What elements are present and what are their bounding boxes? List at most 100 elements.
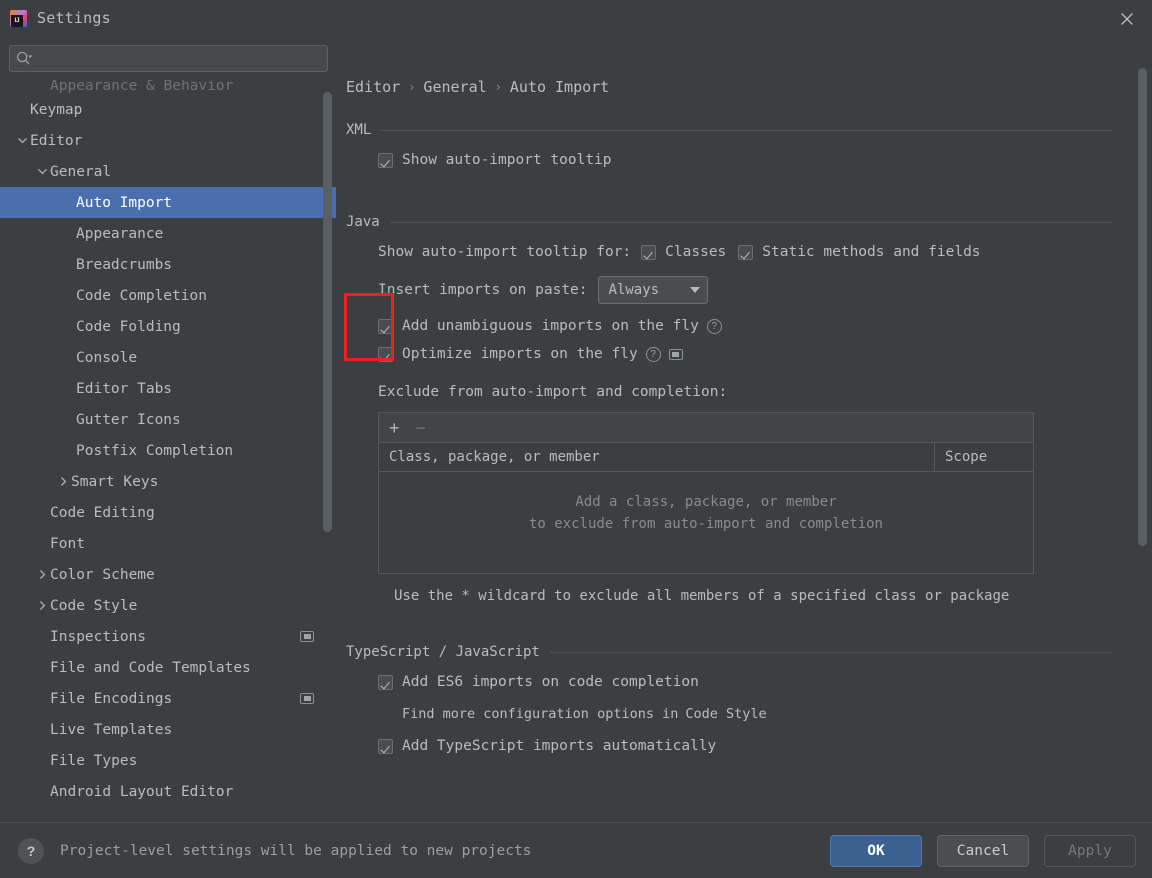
- close-icon[interactable]: [1116, 8, 1138, 30]
- chevron-right-icon[interactable]: [55, 476, 71, 487]
- chevron-down-icon[interactable]: [34, 166, 50, 177]
- dialog-body: Appearance & Behavior Keymap Editor General…: [0, 36, 1152, 822]
- sidebar-item-general[interactable]: General: [0, 156, 336, 187]
- label-add-typescript-imports-automatically[interactable]: Add TypeScript imports automatically: [402, 738, 716, 754]
- link-code-style[interactable]: Code Style: [685, 706, 766, 722]
- sidebar-item-breadcrumbs[interactable]: Breadcrumbs: [0, 249, 336, 280]
- checkbox-optimize-imports-on-the-fly[interactable]: [378, 346, 393, 362]
- group-title-java: Java: [346, 214, 380, 230]
- wildcard-hint: Use the * wildcard to exclude all member…: [394, 588, 1010, 604]
- sidebar-item-file-encodings[interactable]: File Encodings: [0, 683, 336, 714]
- settings-main-pane: Editor › General › Auto Import XML Show …: [336, 36, 1152, 822]
- sidebar-item-label: Inspections: [50, 628, 147, 645]
- select-insert-imports-on-paste[interactable]: Always: [597, 276, 708, 304]
- help-icon[interactable]: ?: [645, 346, 661, 362]
- checkbox-add-typescript-imports-automatically[interactable]: [378, 738, 393, 754]
- label-optimize-imports-on-the-fly[interactable]: Optimize imports on the fly: [402, 346, 638, 362]
- sidebar-item-label: Keymap: [30, 101, 83, 118]
- divider: [389, 221, 1112, 223]
- window-title: Settings: [37, 9, 111, 27]
- chevron-right-icon[interactable]: [34, 600, 50, 611]
- row-add-es6-imports: Add ES6 imports on code completion: [378, 674, 1112, 690]
- list-item-clipped: Appearance & Behavior: [50, 80, 234, 94]
- apply-button: Apply: [1044, 834, 1136, 867]
- checkbox-static-methods-and-fields[interactable]: [738, 244, 754, 260]
- select-value: Always: [608, 282, 660, 298]
- sidebar-item-auto-import[interactable]: Auto Import: [0, 187, 336, 218]
- chevron-right-icon[interactable]: [34, 569, 50, 580]
- search-area: [0, 36, 336, 72]
- exclude-table-body[interactable]: Add a class, package, or member to exclu…: [379, 471, 1033, 573]
- search-input[interactable]: [9, 45, 328, 72]
- intellij-idea-icon: [10, 9, 27, 27]
- exclude-table-toolbar: + −: [379, 413, 1033, 443]
- checkbox-classes[interactable]: [641, 244, 657, 260]
- sidebar-item-label: Font: [50, 535, 85, 552]
- sidebar-item-editor[interactable]: Editor: [0, 125, 336, 156]
- add-exclusion-button[interactable]: +: [389, 419, 400, 437]
- row-show-auto-import-tooltip-xml: Show auto-import tooltip: [378, 152, 1112, 168]
- exclude-table-header: Class, package, or member Scope: [379, 443, 1033, 471]
- checkbox-add-unambiguous-imports-on-the-fly[interactable]: [378, 318, 393, 334]
- sidebar-item-label: File and Code Templates: [50, 659, 251, 676]
- empty-state-line-1: Add a class, package, or member: [575, 494, 837, 510]
- label-static-methods-and-fields[interactable]: Static methods and fields: [762, 244, 980, 260]
- breadcrumb-item-general[interactable]: General: [423, 78, 486, 96]
- cancel-button[interactable]: Cancel: [937, 834, 1029, 867]
- label-classes[interactable]: Classes: [665, 244, 726, 260]
- row-tooltip-for: Show auto-import tooltip for: Classes St…: [378, 244, 1112, 260]
- sidebar-item-code-style[interactable]: Code Style: [0, 590, 336, 621]
- help-icon[interactable]: ?: [706, 318, 722, 334]
- footer-buttons: OK Cancel Apply: [830, 834, 1136, 867]
- sidebar-item-label: Appearance: [76, 225, 164, 242]
- sidebar-item-console[interactable]: Console: [0, 342, 336, 373]
- sidebar-item-label: File Types: [50, 752, 138, 769]
- checkbox-show-auto-import-tooltip-xml[interactable]: [378, 152, 393, 168]
- chevron-down-icon[interactable]: [14, 135, 30, 146]
- label-show-auto-import-tooltip-xml[interactable]: Show auto-import tooltip: [402, 152, 612, 168]
- breadcrumb-item-editor[interactable]: Editor: [346, 78, 400, 96]
- ok-button[interactable]: OK: [830, 834, 922, 867]
- sidebar-item-label: Android Layout Editor: [50, 783, 234, 800]
- sidebar-item-code-folding[interactable]: Code Folding: [0, 311, 336, 342]
- sidebar-item-editor-tabs[interactable]: Editor Tabs: [0, 373, 336, 404]
- sidebar-item-label: Live Templates: [50, 721, 173, 738]
- checkbox-add-es6-imports-on-code-completion[interactable]: [378, 674, 393, 690]
- sidebar-item-live-templates[interactable]: Live Templates: [0, 714, 336, 745]
- sidebar-item-code-editing[interactable]: Code Editing: [0, 497, 336, 528]
- label-add-es6-imports-on-code-completion[interactable]: Add ES6 imports on code completion: [402, 674, 699, 690]
- main-scrollbar[interactable]: [1138, 68, 1147, 546]
- sidebar-item-file-and-code-templates[interactable]: File and Code Templates: [0, 652, 336, 683]
- row-insert-imports-on-paste: Insert imports on paste: Always: [378, 276, 1112, 304]
- sidebar-item-smart-keys[interactable]: Smart Keys: [0, 466, 336, 497]
- remove-exclusion-button: −: [415, 417, 427, 438]
- sidebar-item-color-scheme[interactable]: Color Scheme: [0, 559, 336, 590]
- settings-tree: Appearance & Behavior Keymap Editor General…: [0, 80, 336, 822]
- sidebar-item-label: Postfix Completion: [76, 442, 234, 459]
- sidebar-item-appearance[interactable]: Appearance: [0, 218, 336, 249]
- sidebar-item-keymap[interactable]: Keymap: [0, 94, 336, 125]
- sidebar-item-android-layout-editor[interactable]: Android Layout Editor: [0, 776, 336, 807]
- sidebar-item-file-types[interactable]: File Types: [0, 745, 336, 776]
- sidebar-item-gutter-icons[interactable]: Gutter Icons: [0, 404, 336, 435]
- footer-note: Project-level settings will be applied t…: [60, 842, 532, 859]
- sidebar-item-postfix-completion[interactable]: Postfix Completion: [0, 435, 336, 466]
- chevron-right-icon: ›: [494, 80, 502, 94]
- divider: [381, 129, 1112, 131]
- sidebar-item-code-completion[interactable]: Code Completion: [0, 280, 336, 311]
- label-insert-imports-on-paste: Insert imports on paste:: [378, 282, 588, 298]
- group-header-java: Java: [346, 214, 1112, 230]
- chevron-down-icon: [689, 287, 700, 293]
- sidebar-item-label: Color Scheme: [50, 566, 155, 583]
- settings-dialog: Settings Appe: [0, 0, 1152, 878]
- label-add-unambiguous-imports-on-the-fly[interactable]: Add unambiguous imports on the fly: [402, 318, 699, 334]
- group-title-xml: XML: [346, 122, 372, 138]
- row-optimize-imports: Optimize imports on the fly ?: [378, 346, 1112, 362]
- search-icon: [16, 51, 33, 66]
- sidebar-item-font[interactable]: Font: [0, 528, 336, 559]
- sidebar-item-label: Code Folding: [76, 318, 181, 335]
- sidebar-item-inspections[interactable]: Inspections: [0, 621, 336, 652]
- empty-state-line-2: to exclude from auto-import and completi…: [528, 516, 883, 532]
- help-button[interactable]: ?: [18, 837, 44, 864]
- sidebar-scrollbar[interactable]: [323, 92, 332, 532]
